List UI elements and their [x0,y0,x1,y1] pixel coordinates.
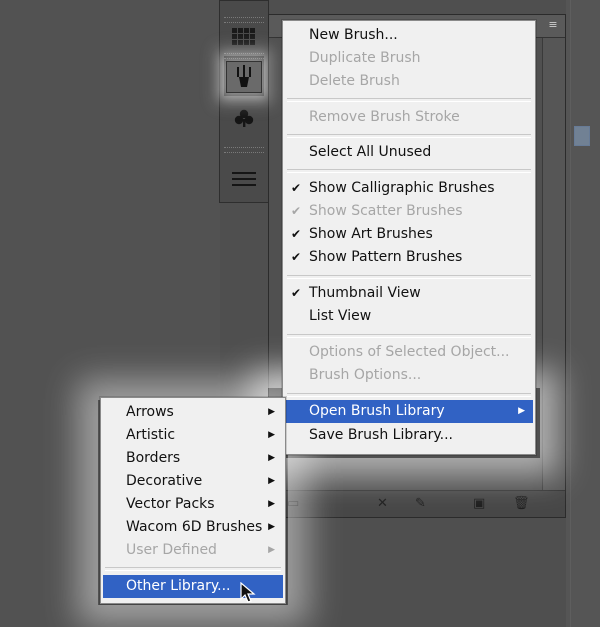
menu-item-label: Delete Brush [309,73,400,89]
menu-item-show-calligraphic[interactable]: ✔ Show Calligraphic Brushes [285,177,533,200]
options-icon[interactable]: ✎ [415,496,426,511]
panel-menu-icon[interactable]: ≡ [545,19,561,31]
menu-item-label: List View [309,308,372,324]
brush-library-menu-icon[interactable]: ▭ [287,496,299,511]
divider [570,0,571,627]
submenu-item-label: User Defined [126,542,217,558]
symbols-icon[interactable] [226,103,262,135]
panel-footer: ▭ ✕ ✎ ▣ 🗑 [269,490,565,517]
check-icon: ✔ [291,181,302,195]
menu-separator [287,98,531,102]
submenu-item-borders[interactable]: Borders ▶ [103,447,283,470]
menu-item-duplicate-brush[interactable]: Duplicate Brush [285,47,533,70]
grip-handle[interactable] [224,147,264,153]
submenu-item-label: Artistic [126,427,176,443]
submenu-item-label: Decorative [126,473,203,489]
menu-item-label: Show Calligraphic Brushes [309,180,495,196]
canvas-right [566,0,600,627]
submenu-item-user-defined[interactable]: User Defined ▶ [103,539,283,562]
submenu-arrow-icon: ▶ [268,499,275,509]
submenu-item-label: Vector Packs [126,496,215,512]
menu-item-label: Show Pattern Brushes [309,249,463,265]
submenu-arrow-icon: ▶ [268,545,275,555]
submenu-item-label: Arrows [126,404,174,420]
menu-separator [287,134,531,138]
menu-item-show-art[interactable]: ✔ Show Art Brushes [285,223,533,246]
menu-item-label: New Brush... [309,27,398,43]
menu-item-label: Remove Brush Stroke [309,109,460,125]
menu-item-label: Save Brush Library... [309,427,453,443]
submenu-arrow-icon: ▶ [518,406,525,416]
submenu-arrow-icon: ▶ [268,430,275,440]
menu-item-label: Thumbnail View [309,285,421,301]
submenu-item-wacom-6d[interactable]: Wacom 6D Brushes ▶ [103,516,283,539]
menu-item-remove-brush-stroke[interactable]: Remove Brush Stroke [285,106,533,129]
check-icon: ✔ [291,204,302,218]
submenu-arrow-icon: ▶ [268,522,275,532]
submenu-item-vector-packs[interactable]: Vector Packs ▶ [103,493,283,516]
menu-item-label: Show Scatter Brushes [309,203,463,219]
delete-brush-icon[interactable]: 🗑 [513,496,530,511]
check-icon: ✔ [291,250,302,264]
menu-item-brush-options[interactable]: Brush Options... [285,364,533,387]
menu-item-list-view[interactable]: List View [285,305,533,328]
submenu-arrow-icon: ▶ [268,476,275,486]
menu-separator [287,275,531,279]
submenu-arrow-icon: ▶ [268,453,275,463]
check-icon: ✔ [291,227,302,241]
brush-library-submenu: Arrows ▶ Artistic ▶ Borders ▶ Decorative ▶ V… [100,397,286,604]
swatches-grid-icon[interactable] [226,21,262,53]
new-brush-icon[interactable]: ▣ [473,496,485,511]
menu-item-label: Show Art Brushes [309,226,433,242]
document-icon [574,126,590,146]
submenu-item-label: Other Library... [126,578,231,594]
menu-item-new-brush[interactable]: New Brush... [285,24,533,47]
submenu-item-artistic[interactable]: Artistic ▶ [103,424,283,447]
menu-separator [287,393,531,397]
submenu-item-label: Borders [126,450,181,466]
menu-item-label: Options of Selected Object... [309,344,510,360]
menu-item-label: Open Brush Library [309,403,445,419]
submenu-item-other-library[interactable]: Other Library... [103,575,283,598]
menu-item-select-all-unused[interactable]: Select All Unused [285,141,533,164]
menu-item-open-brush-library[interactable]: Open Brush Library ▶ [285,400,533,423]
menu-separator [287,334,531,338]
tool-highlight-glow [224,56,264,96]
remove-brush-stroke-icon[interactable]: ✕ [377,496,388,511]
check-icon: ✔ [291,286,302,300]
menu-item-save-brush-library[interactable]: Save Brush Library... [285,424,533,447]
menu-item-options-selected-object[interactable]: Options of Selected Object... [285,341,533,364]
submenu-item-arrows[interactable]: Arrows ▶ [103,401,283,424]
menu-item-label: Duplicate Brush [309,50,421,66]
menu-item-label: Brush Options... [309,367,422,383]
menu-item-delete-brush[interactable]: Delete Brush [285,70,533,93]
menu-item-label: Select All Unused [309,144,432,160]
submenu-arrow-icon: ▶ [268,407,275,417]
menu-item-show-pattern[interactable]: ✔ Show Pattern Brushes [285,246,533,269]
menu-item-show-scatter[interactable]: ✔ Show Scatter Brushes [285,200,533,223]
panel-icon-strip [219,0,269,203]
panel-scrollbar[interactable] [542,38,565,491]
stroke-icon[interactable] [226,163,262,195]
menu-separator [105,567,281,571]
submenu-item-decorative[interactable]: Decorative ▶ [103,470,283,493]
menu-item-thumbnail-view[interactable]: ✔ Thumbnail View [285,282,533,305]
brushes-panel-menu: New Brush... Duplicate Brush Delete Brus… [282,20,536,455]
menu-separator [287,169,531,173]
submenu-item-label: Wacom 6D Brushes [126,519,263,535]
